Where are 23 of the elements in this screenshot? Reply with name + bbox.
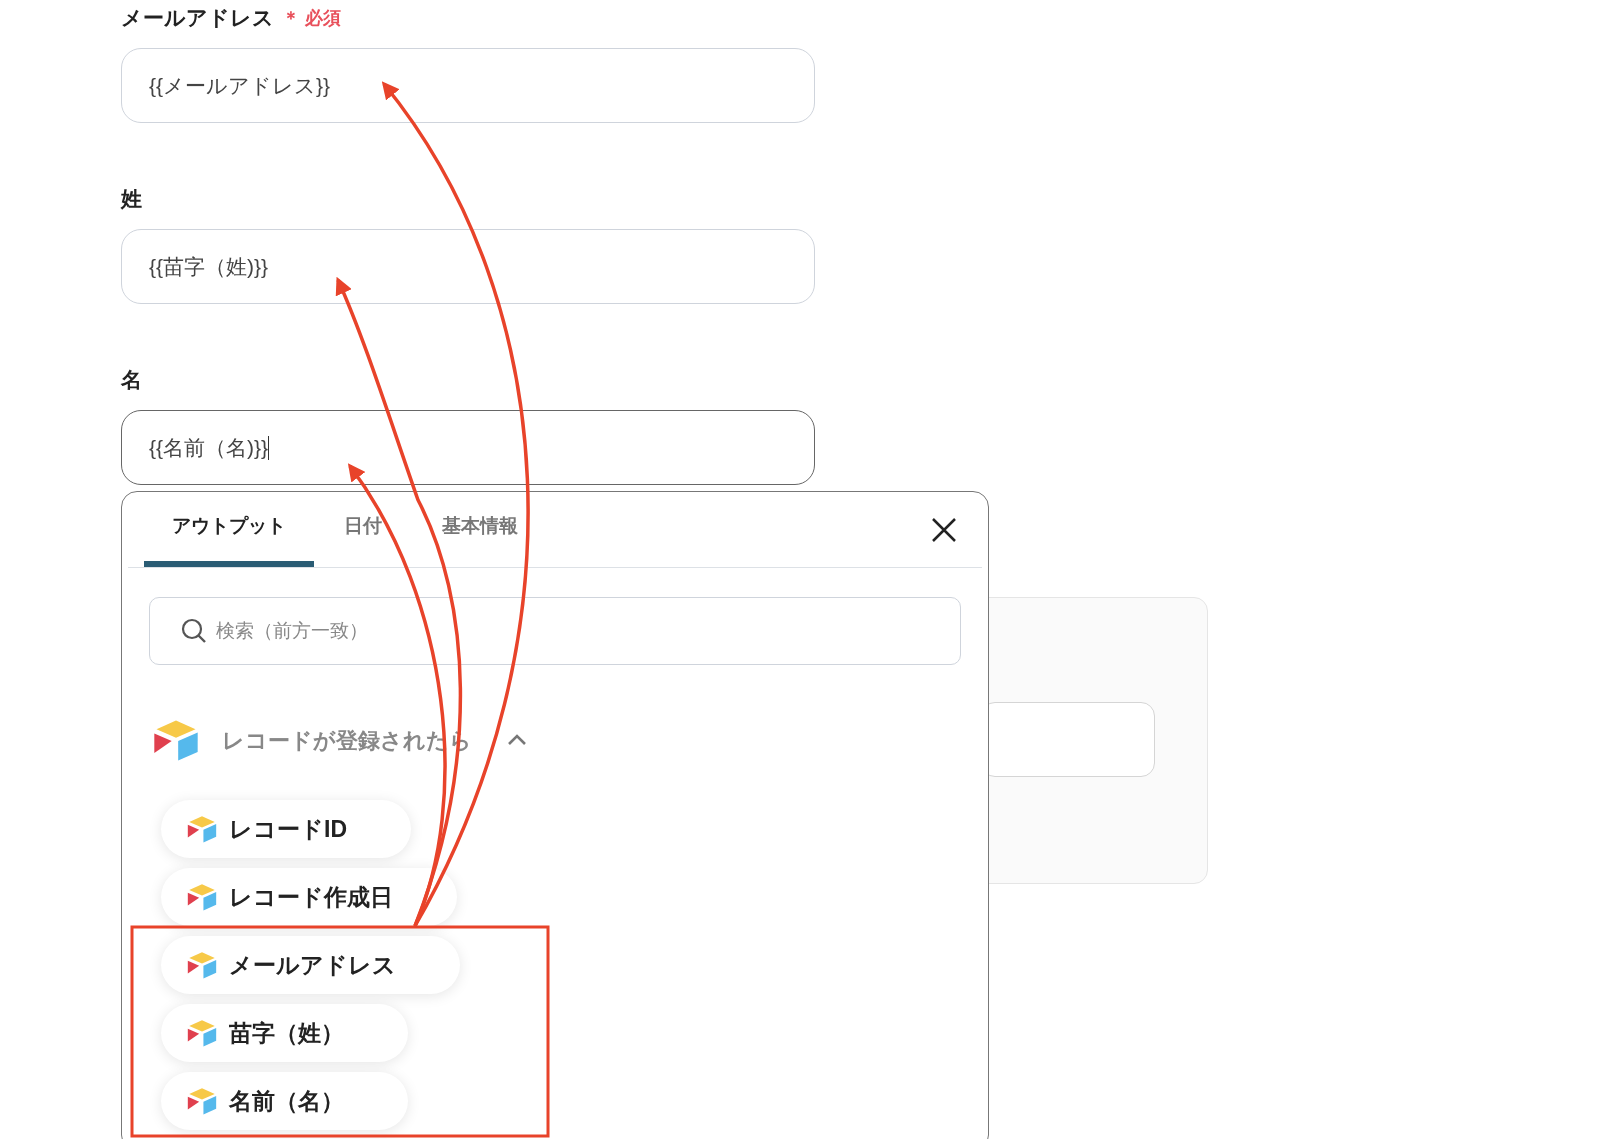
tab[interactable]: アウトプット <box>144 491 314 567</box>
output-chip[interactable]: 苗字（姓） <box>161 1004 408 1062</box>
tab[interactable]: 日付 <box>314 491 412 567</box>
output-chip[interactable]: レコード作成日 <box>161 868 457 926</box>
search-icon <box>180 617 208 645</box>
field-label: メールアドレス <box>121 5 274 32</box>
search-placeholder: 検索（前方一致） <box>216 618 368 643</box>
close-icon <box>930 515 958 544</box>
input-field[interactable]: {{苗字（姓)}} <box>121 229 815 304</box>
field-label: 姓 <box>121 186 142 213</box>
input-field[interactable]: {{名前（名)}} <box>121 410 815 485</box>
text-cursor <box>268 435 270 460</box>
input-field[interactable]: {{メールアドレス}} <box>121 48 815 123</box>
output-chip[interactable]: メールアドレス <box>161 936 460 994</box>
field-value: {{メールアドレス}} <box>149 72 331 99</box>
required-label: ＊ 必須 <box>282 6 341 30</box>
field-value: {{苗字（姓)}} <box>149 253 269 280</box>
output-chip[interactable]: レコードID <box>161 800 411 858</box>
tab[interactable]: 基本情報 <box>412 491 548 567</box>
field-label: 名 <box>121 367 142 394</box>
search-field[interactable]: 検索（前方一致） <box>149 597 961 665</box>
output-chip[interactable]: 名前（名） <box>161 1072 408 1130</box>
field-value: {{名前（名)}} <box>149 434 269 461</box>
